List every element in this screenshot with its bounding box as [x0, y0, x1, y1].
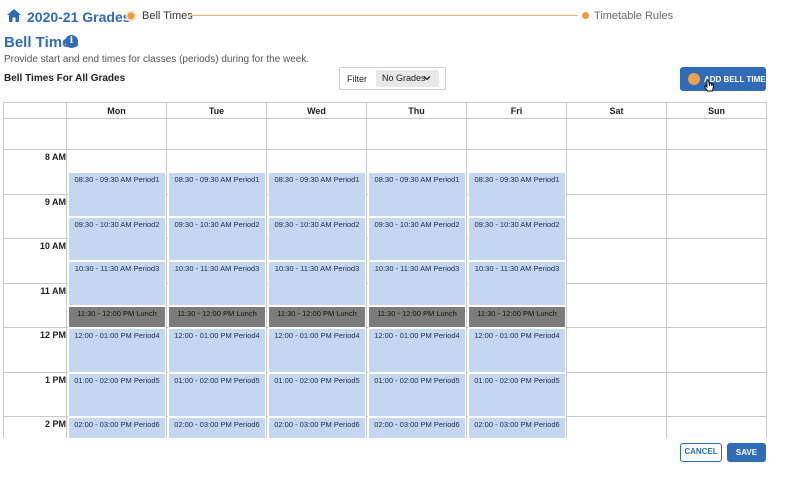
all-day-cell[interactable] [167, 119, 267, 150]
day-header-wed: Wed [267, 103, 367, 119]
time-slot-cell[interactable] [567, 283, 667, 328]
bell-time-event[interactable]: 12:00 - 01:00 PM Period4 [468, 328, 566, 373]
time-label: 12 PM [39, 330, 66, 340]
bell-time-event[interactable]: 11:30 - 12:00 PM Lunch [68, 305, 166, 328]
bell-time-event[interactable]: 01:00 - 02:00 PM Period5 [168, 372, 266, 417]
all-day-cell[interactable] [567, 119, 667, 150]
bell-time-event[interactable]: 01:00 - 02:00 PM Period5 [268, 372, 366, 417]
day-header-thu: Thu [367, 103, 467, 119]
bell-time-event[interactable]: 08:30 - 09:30 AM Period1 [368, 172, 466, 217]
time-slot-cell[interactable] [567, 194, 667, 239]
bell-time-event[interactable]: 09:30 - 10:30 AM Period2 [168, 216, 266, 262]
add-bell-time-button[interactable]: ADD BELL TIME [680, 67, 766, 91]
time-label: 10 AM [39, 241, 66, 251]
time-slot-cell[interactable] [567, 417, 667, 438]
time-slot-cell[interactable] [667, 194, 767, 239]
bell-time-event[interactable]: 10:30 - 11:30 AM Period3 [168, 261, 266, 306]
bell-time-event[interactable]: 12:00 - 01:00 PM Period4 [268, 328, 366, 373]
all-day-time-cell [4, 119, 67, 150]
bell-time-event[interactable]: 09:30 - 10:30 AM Period2 [468, 216, 566, 262]
bell-time-event[interactable]: 08:30 - 09:30 AM Period1 [268, 172, 366, 217]
bell-time-event[interactable]: 08:30 - 09:30 AM Period1 [68, 172, 166, 217]
app-title: 2020-21 Grades [27, 9, 131, 25]
filter-value: No Grades [382, 73, 426, 83]
day-header-sun: Sun [667, 103, 767, 119]
step-progress-line [188, 15, 578, 16]
day-header-mon: Mon [67, 103, 167, 119]
step-timetable-rules[interactable]: Timetable Rules [594, 10, 673, 22]
all-day-cell[interactable] [367, 119, 467, 150]
section-title: Bell Times For All Grades [4, 73, 126, 84]
time-slot-cell[interactable] [567, 239, 667, 284]
bell-time-event[interactable]: 09:30 - 10:30 AM Period2 [68, 216, 166, 262]
bell-time-event[interactable]: 02:00 - 03:00 PM Period6 [168, 417, 266, 438]
time-slot-cell[interactable] [667, 417, 767, 438]
bell-time-event[interactable]: 09:30 - 10:30 AM Period2 [268, 216, 366, 262]
step-dot-icon [582, 12, 589, 19]
bell-time-event[interactable]: 11:30 - 12:00 PM Lunch [168, 305, 266, 328]
time-slot-cell[interactable] [667, 239, 767, 284]
bell-time-event[interactable]: 02:00 - 03:00 PM Period6 [268, 417, 366, 438]
bell-time-event[interactable]: 02:00 - 03:00 PM Period6 [68, 417, 166, 438]
filter-box: Filter No Grades [339, 67, 446, 90]
home-icon[interactable] [7, 9, 21, 22]
grade-filter-select[interactable]: No Grades [376, 70, 439, 87]
time-label: 2 PM [44, 419, 66, 429]
save-button[interactable]: SAVE [727, 443, 766, 462]
bell-time-event[interactable]: 08:30 - 09:30 AM Period1 [168, 172, 266, 217]
all-day-cell[interactable] [467, 119, 567, 150]
time-label: 1 PM [44, 374, 66, 385]
bell-time-event[interactable]: 01:00 - 02:00 PM Period5 [368, 372, 466, 417]
calendar-grid: Mon Tue Wed Thu Fri Sat Sun 8 AM 9 AM 10 AM 11 AM 1… [3, 102, 767, 438]
mouse-cursor-icon [703, 79, 714, 92]
bell-time-event[interactable]: 10:30 - 11:30 AM Period3 [268, 261, 366, 306]
filter-label: Filter [347, 74, 367, 84]
time-slot-cell[interactable] [567, 150, 667, 195]
plus-icon [688, 73, 700, 85]
bell-time-event[interactable]: 11:30 - 12:00 PM Lunch [368, 305, 466, 328]
bell-time-event[interactable]: 11:30 - 12:00 PM Lunch [468, 305, 566, 328]
all-day-cell[interactable] [267, 119, 367, 150]
time-slot-cell[interactable] [667, 328, 767, 373]
day-header-sat: Sat [567, 103, 667, 119]
bell-time-event[interactable]: 02:00 - 03:00 PM Period6 [468, 417, 566, 438]
top-bar: 2020-21 Grades Bell Times Timetable Rule… [0, 0, 790, 32]
bell-time-event[interactable]: 12:00 - 01:00 PM Period4 [68, 328, 166, 373]
info-icon[interactable]: i [65, 35, 78, 48]
time-label: 8 AM [44, 152, 66, 162]
bell-time-event[interactable]: 01:00 - 02:00 PM Period5 [468, 372, 566, 417]
time-slot-cell[interactable] [667, 372, 767, 417]
all-day-cell[interactable] [67, 119, 167, 150]
bell-time-event[interactable]: 01:00 - 02:00 PM Period5 [68, 372, 166, 417]
bell-time-event[interactable]: 11:30 - 12:00 PM Lunch [268, 305, 366, 328]
cancel-button[interactable]: CANCEL [680, 443, 722, 462]
bell-time-event[interactable]: 10:30 - 11:30 AM Period3 [468, 261, 566, 306]
bell-time-event[interactable]: 10:30 - 11:30 AM Period3 [68, 261, 166, 306]
step-bell-times[interactable]: Bell Times [142, 10, 193, 22]
chevron-down-icon [423, 76, 431, 81]
all-day-cell[interactable] [667, 119, 767, 150]
time-slot-cell[interactable] [667, 283, 767, 328]
page-subtitle: Provide start and end times for classes … [4, 54, 310, 65]
time-label: 9 AM [44, 196, 66, 207]
step-active-icon [125, 10, 137, 22]
bell-time-event[interactable]: 12:00 - 01:00 PM Period4 [368, 328, 466, 373]
time-slot-cell[interactable] [567, 372, 667, 417]
day-header-tue: Tue [167, 103, 267, 119]
grid-corner-cell [4, 103, 67, 119]
bell-time-event[interactable]: 02:00 - 03:00 PM Period6 [368, 417, 466, 438]
bell-time-event[interactable]: 08:30 - 09:30 AM Period1 [468, 172, 566, 217]
time-slot-cell[interactable] [567, 328, 667, 373]
bell-time-event[interactable]: 12:00 - 01:00 PM Period4 [168, 328, 266, 373]
day-header-fri: Fri [467, 103, 567, 119]
time-label: 11 AM [40, 285, 66, 296]
bell-time-event[interactable]: 09:30 - 10:30 AM Period2 [368, 216, 466, 262]
time-slot-cell[interactable] [667, 150, 767, 195]
bell-time-event[interactable]: 10:30 - 11:30 AM Period3 [368, 261, 466, 306]
